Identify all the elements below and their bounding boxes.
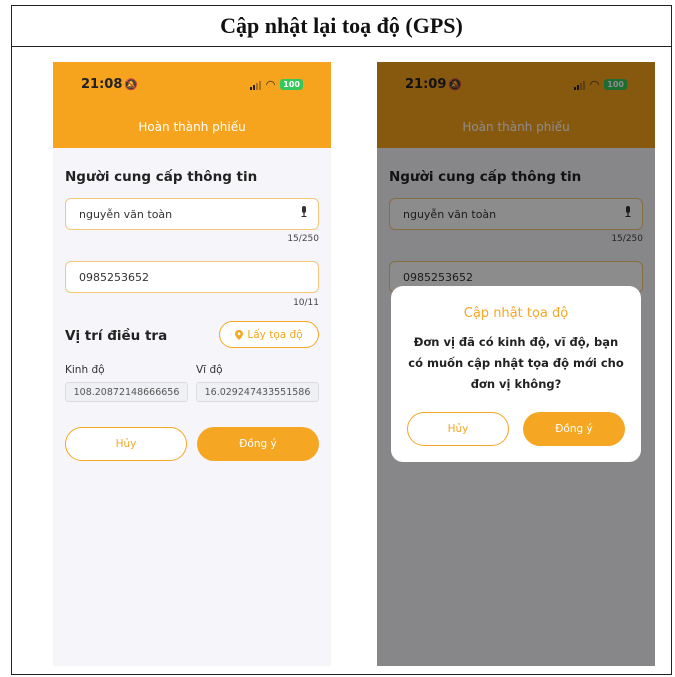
confirm-button[interactable]: Đồng ý <box>197 427 319 461</box>
status-indicators: ◠ 100 <box>249 78 303 91</box>
update-coordinates-dialog: Cập nhật tọa độ Đơn vị đã có kinh độ, vĩ… <box>391 286 641 462</box>
cancel-button[interactable]: Hủy <box>65 427 187 461</box>
get-coordinates-label: Lấy tọa độ <box>247 328 303 341</box>
section-informant-title: Người cung cấp thông tin <box>65 169 258 185</box>
mic-icon[interactable] <box>300 206 308 217</box>
figure-caption: Cập nhật lại toạ độ (GPS) <box>12 6 671 47</box>
signal-icon <box>249 80 261 90</box>
get-coordinates-button[interactable]: Lấy tọa độ <box>219 321 319 348</box>
phone-char-counter: 10/11 <box>293 298 319 308</box>
dialog-message: Đơn vị đã có kinh độ, vĩ độ, bạn có muốn… <box>408 335 624 391</box>
informant-name-input[interactable]: nguyễn văn toàn <box>65 198 319 230</box>
phone-number-value: 0985253652 <box>79 271 149 284</box>
status-time: 21:08 🔕 <box>81 77 139 92</box>
bell-icon: 🔕 <box>124 78 139 91</box>
dialog-cancel-button[interactable]: Hủy <box>407 412 509 446</box>
app-header: 21:08 🔕 ◠ 100 Hoàn thành phiếu <box>53 62 331 148</box>
page-title: Hoàn thành phiếu <box>138 120 246 134</box>
phone-number-input[interactable]: 0985253652 <box>65 261 319 293</box>
section-location-title: Vị trí điều tra <box>65 328 168 344</box>
phone-screen-dialog: 21:09 🔕 ◠ 100 Hoàn thành phiếu Người cung… <box>377 62 655 666</box>
longitude-label: Kinh độ <box>65 364 105 376</box>
name-char-counter: 15/250 <box>287 234 319 244</box>
location-pin-icon <box>235 329 244 340</box>
dialog-title: Cập nhật tọa độ <box>463 306 569 321</box>
latitude-label: Vĩ độ <box>196 364 223 376</box>
battery-icon: 100 <box>280 79 303 90</box>
informant-name-value: nguyễn văn toàn <box>79 208 173 221</box>
wifi-icon: ◠ <box>265 78 276 91</box>
phone-screen-form: 21:08 🔕 ◠ 100 Hoàn thành phiếu Người cung… <box>53 62 331 666</box>
dialog-confirm-button[interactable]: Đồng ý <box>523 412 625 446</box>
longitude-field: 108.20872148666656 <box>65 382 188 402</box>
latitude-field: 16.029247433551586 <box>196 382 319 402</box>
